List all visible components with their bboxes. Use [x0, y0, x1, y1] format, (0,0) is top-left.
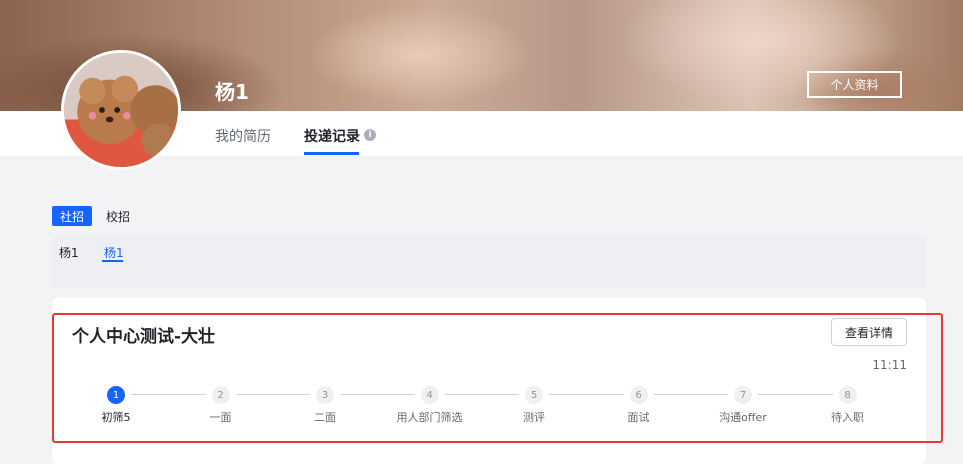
- resume-tab-2[interactable]: 杨1: [104, 244, 124, 261]
- chip-social-recruitment[interactable]: 社招: [52, 206, 92, 226]
- chip-campus-recruitment[interactable]: 校招: [98, 206, 138, 226]
- resume-tab-panel: [52, 236, 926, 288]
- step-label: 沟通offer: [719, 411, 767, 424]
- step-label: 面试: [627, 411, 650, 424]
- step-label: 初筛5: [101, 411, 131, 424]
- avatar-photo: [64, 53, 178, 167]
- tab-application-records[interactable]: 投递记录: [304, 126, 360, 146]
- step-label: 待入职: [831, 411, 864, 424]
- step-connector: [444, 394, 519, 395]
- step-number: 1: [107, 386, 125, 404]
- profile-button[interactable]: 个人资料: [807, 71, 902, 98]
- step-number: 4: [420, 386, 439, 404]
- username: 杨1: [215, 80, 249, 104]
- step-label: 用人部门筛选: [396, 411, 463, 424]
- step-connector: [758, 394, 833, 395]
- step-connector: [549, 394, 624, 395]
- tab-my-resume[interactable]: 我的简历: [215, 126, 271, 146]
- step-number: 2: [211, 386, 230, 404]
- step-number: 3: [316, 386, 334, 404]
- active-resume-tab-indicator: [102, 260, 123, 262]
- step-label: 测评: [523, 411, 545, 424]
- step-number: 5: [525, 386, 543, 404]
- step-label: 二面: [314, 411, 336, 424]
- avatar: [61, 50, 181, 170]
- view-details-button[interactable]: 查看详情: [831, 318, 907, 346]
- step-connector: [131, 394, 206, 395]
- step-number: 7: [734, 386, 752, 404]
- info-icon[interactable]: i: [364, 129, 376, 141]
- step-number: 8: [838, 386, 857, 404]
- step-label: 一面: [209, 411, 232, 424]
- step-connector: [340, 394, 415, 395]
- resume-tab-1[interactable]: 杨1: [59, 244, 79, 261]
- application-time: 11:11: [872, 358, 907, 372]
- job-title: 个人中心测试-大壮: [72, 327, 216, 347]
- step-connector: [235, 394, 310, 395]
- step-connector: [653, 394, 728, 395]
- step-number: 6: [629, 386, 648, 404]
- active-tab-indicator: [304, 152, 359, 155]
